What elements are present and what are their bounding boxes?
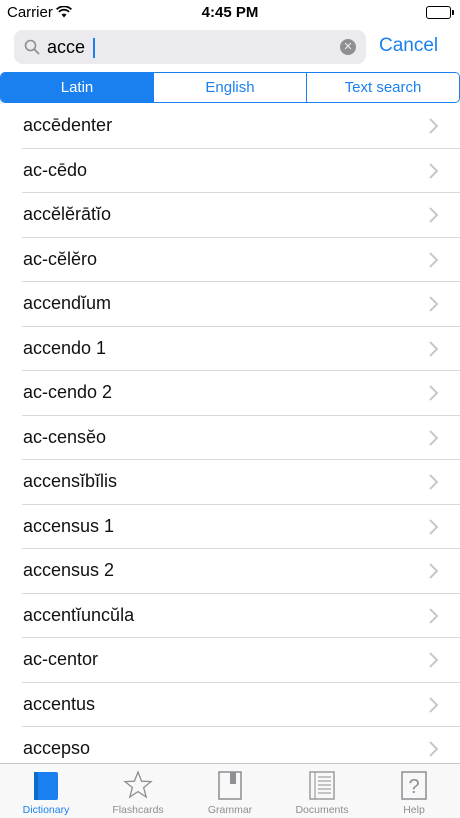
book-icon: [31, 770, 61, 800]
list-item-label: ac-cendo 2: [23, 382, 113, 402]
tab-label: Help: [403, 804, 425, 816]
list-item-label: accensus 1: [23, 515, 115, 536]
chevron-right-icon: [429, 474, 439, 490]
list-item[interactable]: accendĭum: [0, 282, 460, 327]
list-item-label: ac-cēdo: [23, 159, 88, 180]
list-item-label: ac-cĕlĕro: [23, 248, 98, 269]
list-item-label: ac-censĕo: [23, 426, 107, 447]
chevron-right-icon: [429, 429, 439, 446]
tab-documents[interactable]: Documents: [276, 764, 368, 818]
list-item[interactable]: accendo 1: [0, 327, 460, 371]
search-mode-segmented-control: Latin English Text search: [0, 72, 460, 103]
list-item-label: accensĭbĭlis: [23, 471, 118, 491]
tab-flashcards[interactable]: Flashcards: [92, 764, 184, 818]
tab-grammar[interactable]: Grammar: [184, 764, 276, 818]
segment-latin[interactable]: Latin: [1, 73, 153, 102]
list-item[interactable]: accĕlĕrātĭo: [0, 193, 460, 238]
segment-english[interactable]: English: [153, 73, 306, 102]
document-icon: [307, 770, 337, 800]
chevron-right-icon: [429, 385, 439, 401]
tab-help[interactable]: ? Help: [368, 764, 460, 818]
results-list: accēdenter ac-cēdo accĕlĕrātĭo ac-cĕlĕro acc…: [0, 104, 460, 762]
chevron-right-icon: [429, 162, 439, 179]
list-item-label: ac-centor: [23, 649, 99, 669]
chevron-right-icon: [429, 563, 439, 579]
chevron-right-icon: [429, 518, 439, 535]
search-icon: [24, 39, 40, 55]
list-item-label: accentus: [23, 693, 96, 714]
chevron-right-icon: [429, 607, 439, 624]
chevron-right-icon: [429, 652, 439, 668]
chevron-right-icon: [429, 296, 439, 312]
list-item[interactable]: accēdenter: [0, 104, 460, 149]
list-item[interactable]: accensus 1: [0, 505, 460, 549]
chevron-right-icon: [429, 741, 439, 757]
list-item-label: accepso: [23, 738, 91, 758]
cancel-button[interactable]: Cancel: [379, 35, 438, 57]
status-time: 4:45 PM: [201, 4, 259, 21]
tab-dictionary[interactable]: Dictionary: [0, 764, 92, 818]
list-item[interactable]: accentĭuncŭla: [0, 594, 460, 638]
list-item-label: accendĭum: [23, 293, 112, 313]
clear-icon[interactable]: ✕: [340, 39, 356, 55]
list-item[interactable]: accepso: [0, 727, 460, 762]
tab-label: Dictionary: [22, 804, 70, 816]
list-item[interactable]: accensĭbĭlis: [0, 460, 460, 505]
list-item-label: accentĭuncŭla: [23, 604, 135, 625]
list-item-label: accēdenter: [23, 115, 113, 135]
star-icon: [123, 770, 153, 800]
battery-icon: [426, 6, 454, 19]
list-item-label: accensus 2: [23, 560, 115, 580]
tab-label: Documents: [295, 804, 349, 816]
chevron-right-icon: [429, 696, 439, 713]
tab-label: Flashcards: [112, 804, 164, 816]
list-item[interactable]: ac-cendo 2: [0, 371, 460, 416]
list-item[interactable]: ac-cēdo: [0, 149, 460, 193]
chevron-right-icon: [429, 118, 439, 134]
search-field[interactable]: ✕: [14, 30, 366, 64]
list-item[interactable]: accensus 2: [0, 549, 460, 594]
list-item-label: accendo 1: [23, 337, 107, 358]
search-bar: ✕ Cancel: [0, 26, 460, 70]
chevron-right-icon: [429, 207, 439, 223]
list-item[interactable]: ac-cĕlĕro: [0, 238, 460, 282]
chevron-right-icon: [429, 340, 439, 357]
question-icon: ?: [399, 770, 429, 800]
svg-text:?: ?: [408, 776, 419, 798]
status-bar: Carrier 4:45 PM: [0, 0, 460, 26]
list-item[interactable]: accentus: [0, 683, 460, 727]
notebook-icon: [215, 770, 245, 800]
list-item[interactable]: ac-centor: [0, 638, 460, 683]
list-item-label: accĕlĕrātĭo: [23, 204, 112, 224]
segment-text-search[interactable]: Text search: [306, 73, 459, 102]
chevron-right-icon: [429, 251, 439, 268]
text-cursor: [93, 38, 95, 58]
tab-bar: Dictionary Flashcards Grammar Documents …: [0, 763, 460, 818]
search-input[interactable]: [47, 35, 337, 59]
list-item[interactable]: ac-censĕo: [0, 416, 460, 460]
tab-label: Grammar: [207, 804, 253, 816]
